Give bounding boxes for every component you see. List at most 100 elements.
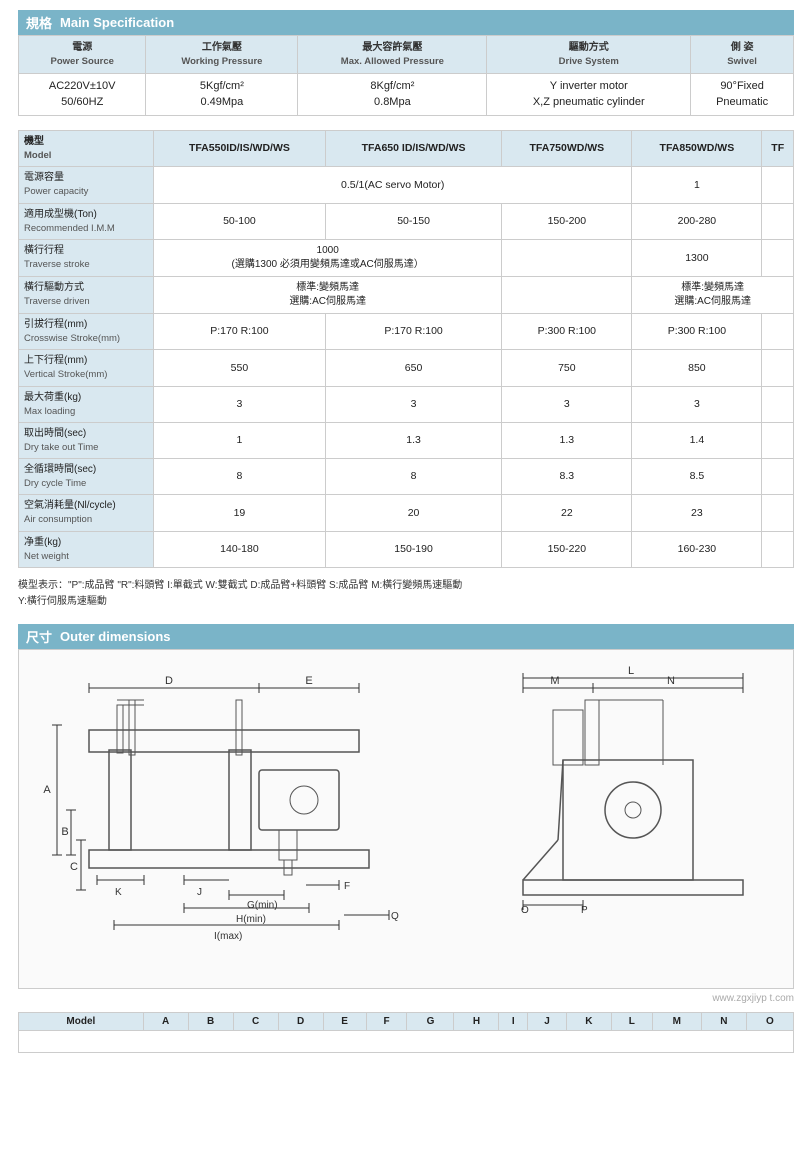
- svg-text:L: L: [628, 665, 634, 677]
- main-spec-zh-label: 規格: [26, 13, 52, 32]
- crosswise-650: P:170 R:100: [325, 313, 501, 349]
- vertical-tf: [762, 350, 794, 386]
- btcol-a: A: [143, 1013, 188, 1031]
- model-label-header: 機型 Model: [19, 131, 154, 167]
- svg-text:J: J: [197, 887, 202, 898]
- table-row: 適用成型機(Ton) Recommended I.M.M 50-100 50-1…: [19, 203, 794, 239]
- table-row: 橫行行程 Traverse stroke 1000(選購1300 必須用變頻馬達…: [19, 239, 794, 276]
- main-spec-en-label: Main Specification: [60, 15, 174, 30]
- cycletime-550: 8: [154, 459, 326, 495]
- diagram-area: D E A B C: [18, 649, 794, 989]
- col-working-pressure: 工作氣壓 Working Pressure: [146, 36, 298, 74]
- table-row: AC220V±10V50/60HZ 5Kgf/cm²0.49Mpa 8Kgf/c…: [19, 74, 794, 116]
- svg-text:I(max): I(max): [214, 931, 242, 942]
- air-tf: [762, 495, 794, 531]
- bt-row-empty: [19, 1031, 794, 1053]
- traverse-850: 1300: [632, 239, 762, 276]
- table-row: 引拔行程(mm) Crosswise Stroke(mm) P:170 R:10…: [19, 313, 794, 349]
- btcol-m: M: [652, 1013, 701, 1031]
- svg-text:B: B: [61, 826, 68, 838]
- vertical-650: 650: [325, 350, 501, 386]
- btcol-k: K: [566, 1013, 611, 1031]
- btcol-h: H: [454, 1013, 499, 1031]
- max-pressure-value: 8Kgf/cm²0.8Mpa: [298, 74, 487, 116]
- row-netweight-header: 净重(kg) Net weight: [19, 531, 154, 567]
- btcol-model: Model: [19, 1013, 144, 1031]
- note-line1: 模型表示："P":成品臂 "R":料頭臂 I:單截式 W:雙截式 D:成品臂+料…: [18, 580, 462, 591]
- weight-750: 150-220: [502, 531, 632, 567]
- svg-text:F: F: [344, 881, 350, 892]
- cycletime-850: 8.5: [632, 459, 762, 495]
- swivel-value: 90°FixedPneumatic: [691, 74, 794, 116]
- row-traverse-driven-header: 橫行驅動方式 Traverse driven: [19, 276, 154, 313]
- svg-text:D: D: [165, 675, 173, 687]
- power-source-value: AC220V±10V50/60HZ: [19, 74, 146, 116]
- table-row: 橫行驅動方式 Traverse driven 標準:變頻馬達選購:AC伺服馬達 …: [19, 276, 794, 313]
- model-col-tf: TF: [762, 131, 794, 167]
- power-cap-550-650-750: 0.5/1(AC servo Motor): [154, 167, 632, 203]
- watermark: www.zgxjiyp t.com: [18, 993, 794, 1004]
- drytime-850: 1.4: [632, 422, 762, 458]
- cycletime-750: 8.3: [502, 459, 632, 495]
- weight-850: 160-230: [632, 531, 762, 567]
- svg-text:Q: Q: [391, 911, 399, 922]
- svg-text:A: A: [43, 784, 51, 796]
- row-airconsumption-header: 空氣消耗量(Nl/cycle) Air consumption: [19, 495, 154, 531]
- imm-550: 50-100: [154, 203, 326, 239]
- imm-750: 150-200: [502, 203, 632, 239]
- col-drive-system: 驅動方式 Drive System: [487, 36, 691, 74]
- row-drytime-header: 取出時間(sec) Dry take out Time: [19, 422, 154, 458]
- right-diagram-svg: L M N: [503, 660, 783, 970]
- btcol-i: I: [499, 1013, 528, 1031]
- col-swivel: 側 姿 Swivel: [691, 36, 794, 74]
- diagram-left: D E A B C: [29, 660, 483, 973]
- table-row: 電源容量 Power capacity 0.5/1(AC servo Motor…: [19, 167, 794, 203]
- main-spec-section-header: 規格 Main Specification: [18, 10, 794, 35]
- imm-850: 200-280: [632, 203, 762, 239]
- svg-text:C: C: [70, 861, 78, 873]
- drytime-650: 1.3: [325, 422, 501, 458]
- weight-550: 140-180: [154, 531, 326, 567]
- table-row: 净重(kg) Net weight 140-180 150-190 150-22…: [19, 531, 794, 567]
- svg-text:G(min): G(min): [247, 900, 278, 911]
- table-row: [19, 1031, 794, 1053]
- crosswise-750: P:300 R:100: [502, 313, 632, 349]
- model-spec-table: 機型 Model TFA550ID/IS/WD/WS TFA650 ID/IS/…: [18, 130, 794, 568]
- crosswise-850: P:300 R:100: [632, 313, 762, 349]
- drytime-550: 1: [154, 422, 326, 458]
- outer-dim-en-label: Outer dimensions: [60, 629, 171, 644]
- btcol-g: G: [407, 1013, 454, 1031]
- air-650: 20: [325, 495, 501, 531]
- cycletime-tf: [762, 459, 794, 495]
- model-col-850: TFA850WD/WS: [632, 131, 762, 167]
- maxload-750: 3: [502, 386, 632, 422]
- power-cap-tf: [762, 167, 794, 203]
- row-traverse-header: 橫行行程 Traverse stroke: [19, 239, 154, 276]
- svg-text:E: E: [305, 675, 312, 687]
- bottom-table-section: Model A B C D E F G H I J K L M N O: [18, 1012, 794, 1053]
- left-diagram-svg: D E A B C: [29, 660, 449, 970]
- air-850: 23: [632, 495, 762, 531]
- drytime-tf: [762, 422, 794, 458]
- outer-dim-section-header: 尺寸 Outer dimensions: [18, 624, 794, 649]
- svg-text:P: P: [581, 905, 588, 916]
- row-vertical-header: 上下行程(mm) Vertical Stroke(mm): [19, 350, 154, 386]
- table-row: 取出時間(sec) Dry take out Time 1 1.3 1.3 1.…: [19, 422, 794, 458]
- row-cycletime-header: 全循環時間(sec) Dry cycle Time: [19, 459, 154, 495]
- btcol-b: B: [188, 1013, 233, 1031]
- btcol-f: F: [366, 1013, 407, 1031]
- traverse-550-650: 1000(選購1300 必須用變頻馬達或AC伺服馬達）: [154, 239, 502, 276]
- top-spec-table: 電源 Power Source 工作氣壓 Working Pressure 最大…: [18, 35, 794, 116]
- traverse-driven-750: [502, 276, 632, 313]
- drive-system-value: Y inverter motorX,Z pneumatic cylinder: [487, 74, 691, 116]
- svg-text:H(min): H(min): [236, 914, 266, 925]
- traverse-tf: [762, 239, 794, 276]
- vertical-550: 550: [154, 350, 326, 386]
- working-pressure-value: 5Kgf/cm²0.49Mpa: [146, 74, 298, 116]
- btcol-c: C: [233, 1013, 278, 1031]
- imm-650: 50-150: [325, 203, 501, 239]
- drytime-750: 1.3: [502, 422, 632, 458]
- svg-text:N: N: [667, 675, 675, 687]
- air-750: 22: [502, 495, 632, 531]
- row-imm-header: 適用成型機(Ton) Recommended I.M.M: [19, 203, 154, 239]
